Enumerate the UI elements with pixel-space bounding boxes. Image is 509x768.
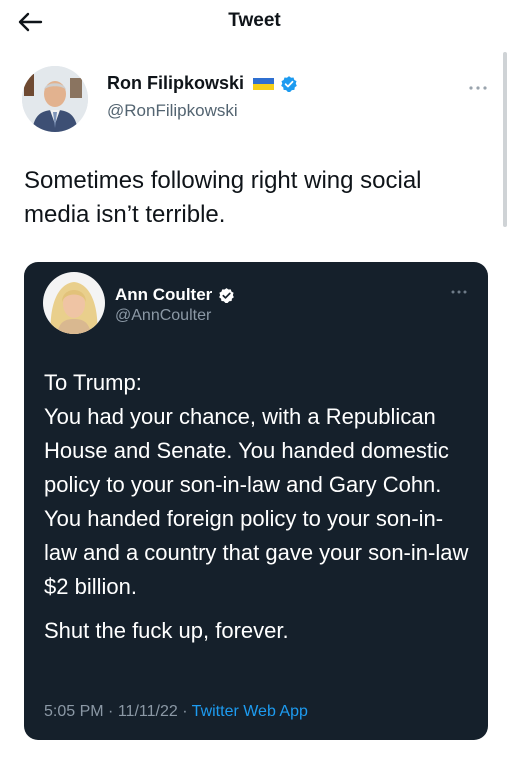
quoted-author-avatar-image bbox=[43, 272, 105, 334]
page-title: Tweet bbox=[228, 10, 281, 31]
quoted-author-handle[interactable]: @AnnCoulter bbox=[115, 307, 211, 325]
tweet-author: Ron Filipkowski @RonFilipkowski bbox=[22, 66, 492, 136]
quoted-more-horizontal-icon bbox=[451, 290, 467, 294]
ukraine-flag-icon bbox=[253, 77, 275, 90]
verified-badge-icon bbox=[280, 75, 298, 93]
author-name[interactable]: Ron Filipkowski bbox=[107, 73, 244, 94]
scrollbar[interactable] bbox=[503, 52, 507, 227]
author-avatar-image bbox=[22, 66, 88, 132]
top-bar: Tweet bbox=[0, 0, 509, 44]
quoted-author-name-row: Ann Coulter bbox=[115, 285, 235, 305]
quoted-verified-badge-icon bbox=[218, 287, 235, 304]
quoted-tweet-time[interactable]: 5:05 PM bbox=[44, 703, 104, 720]
more-options-button[interactable] bbox=[466, 80, 490, 96]
author-avatar[interactable] bbox=[22, 66, 88, 132]
quoted-tweet-text: To Trump: You had your chance, with a Re… bbox=[44, 366, 474, 648]
tweet-text: Sometimes following right wing social me… bbox=[24, 167, 422, 228]
meta-separator: · bbox=[182, 703, 188, 720]
source-app-link[interactable]: Twitter Web App bbox=[192, 703, 308, 720]
author-handle[interactable]: @RonFilipkowski bbox=[107, 101, 238, 121]
quoted-more-options-button[interactable] bbox=[448, 285, 470, 299]
quoted-tweet-paragraph: To Trump: You had your chance, with a Re… bbox=[44, 370, 469, 599]
quoted-author-name[interactable]: Ann Coulter bbox=[115, 285, 212, 305]
more-horizontal-icon bbox=[469, 86, 487, 90]
author-name-row: Ron Filipkowski bbox=[107, 73, 298, 94]
quoted-tweet-card[interactable]: Ann Coulter @AnnCoulter To Trump: You ha… bbox=[24, 262, 488, 740]
quoted-tweet-date[interactable]: 11/11/22 bbox=[118, 703, 178, 720]
quoted-tweet-meta: 5:05 PM · 11/11/22 · Twitter Web App bbox=[44, 703, 308, 721]
quoted-author-avatar[interactable] bbox=[43, 272, 105, 334]
quoted-tweet-paragraph: Shut the fuck up, forever. bbox=[44, 618, 289, 643]
meta-separator: · bbox=[108, 703, 114, 720]
